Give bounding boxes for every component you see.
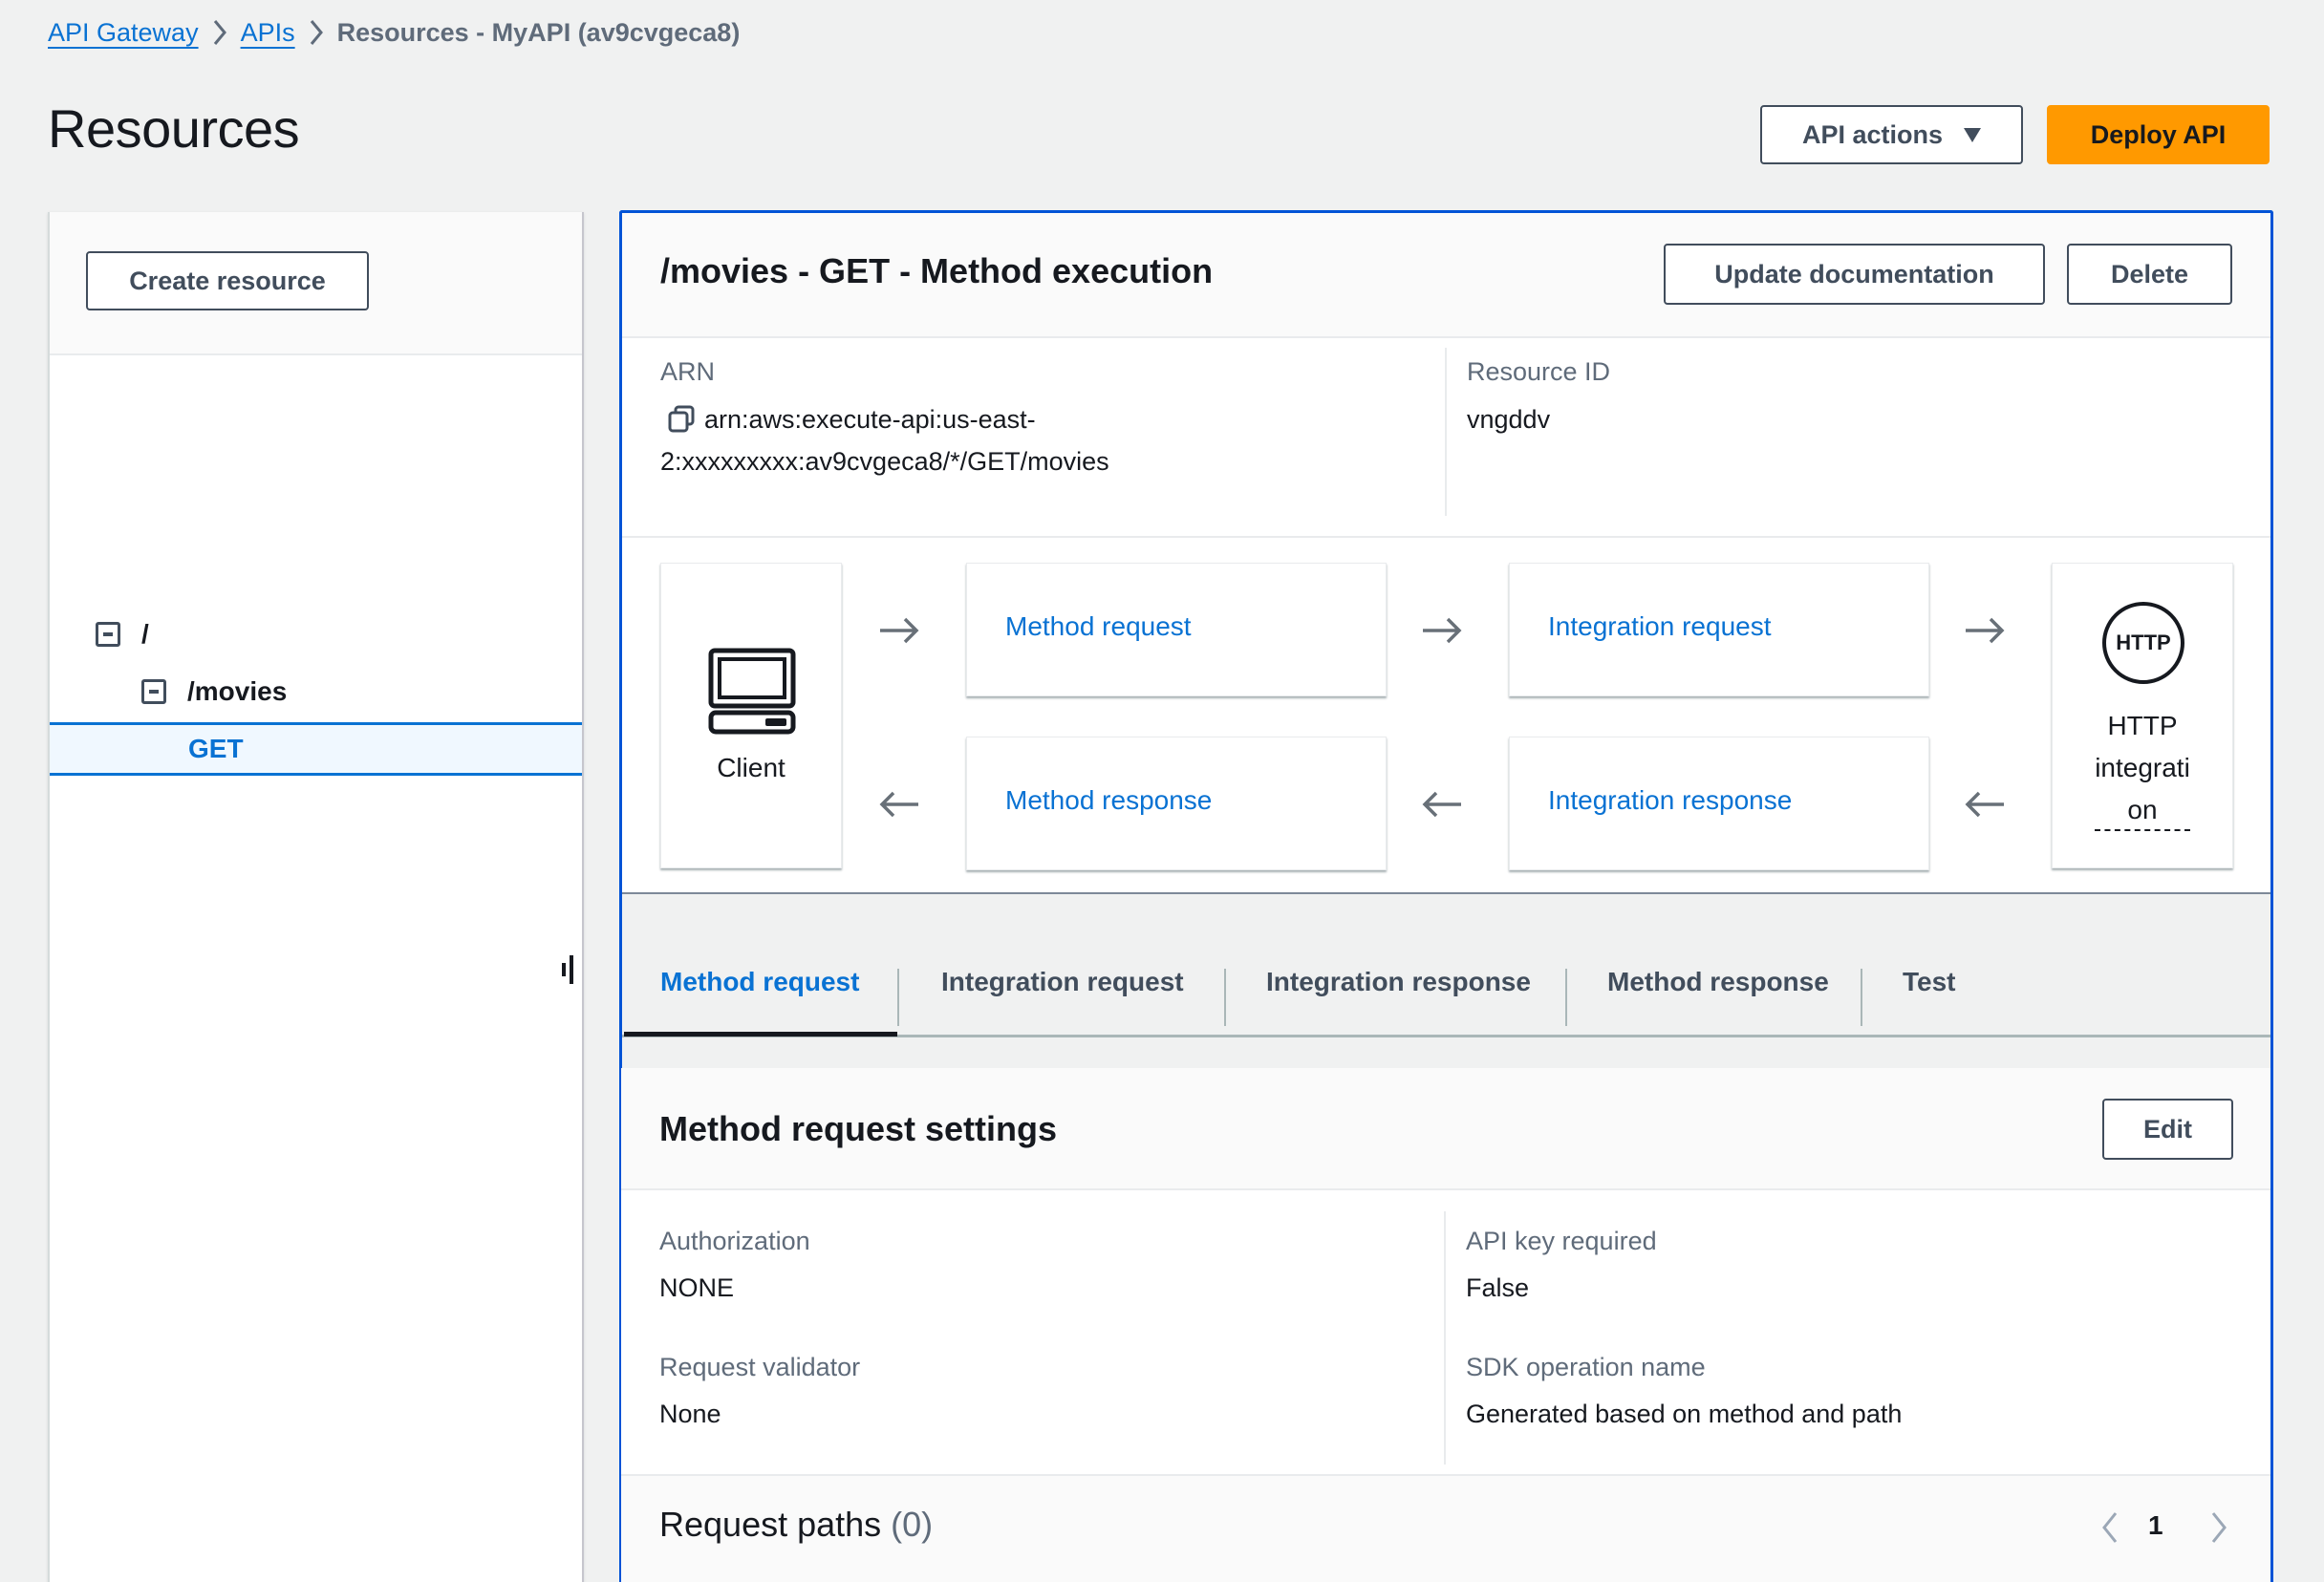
divider	[1444, 1211, 1446, 1464]
tab-method-response[interactable]: Method response	[1607, 953, 1829, 1011]
integration-response-link[interactable]: Integration response	[1548, 785, 1792, 816]
request-paths-count: (0)	[891, 1505, 934, 1544]
arn-value-row: arn:aws:execute-api:us-east-	[660, 398, 1036, 440]
sdk-operation-name-value: Generated based on method and path	[1466, 1400, 1903, 1428]
method-request-settings-card: Method request settings Edit Authorizati…	[619, 1068, 2273, 1582]
request-validator-value: None	[659, 1400, 721, 1428]
request-validator-label: Request validator	[659, 1353, 861, 1381]
method-execution-title: /movies - GET - Method execution	[660, 251, 1214, 290]
arn-value-line2: 2:xxxxxxxxx:av9cvgeca8/*/GET/movies	[660, 447, 1109, 476]
arrow-right-icon	[1964, 615, 2006, 646]
arrow-left-icon	[1421, 789, 1463, 820]
tree-node-label: /movies	[187, 676, 288, 706]
http-integration-label[interactable]: HTTP integrati on	[2053, 705, 2232, 831]
tab-separator	[1861, 969, 1862, 1026]
breadcrumb: API Gateway APIs Resources - MyAPI (av9c…	[48, 11, 740, 53]
api-actions-dropdown[interactable]: API actions	[1760, 105, 2023, 164]
request-paths-header: Request paths (0) 1	[621, 1474, 2270, 1582]
page-title: Resources	[48, 98, 300, 159]
method-execution-panel: /movies - GET - Method execution Update …	[619, 210, 2273, 1070]
tree-node-get[interactable]: GET	[50, 722, 582, 776]
breadcrumb-api-gateway[interactable]: API Gateway	[48, 18, 199, 48]
tab-separator	[897, 969, 899, 1026]
active-tab-indicator	[624, 1032, 897, 1037]
resource-id-label: Resource ID	[1467, 357, 1611, 386]
delete-button[interactable]: Delete	[2067, 244, 2232, 305]
copy-icon[interactable]	[666, 404, 697, 435]
method-execution-body: ARN arn:aws:execute-api:us-east- 2:xxxxx…	[622, 338, 2270, 894]
http-integration-line2: integrati	[2095, 753, 2190, 782]
integration-request-box[interactable]: Integration request	[1509, 563, 1929, 696]
settings-header: Method request settings Edit	[621, 1068, 2270, 1190]
authorization-value: NONE	[659, 1273, 735, 1302]
resource-tree-panel: Create resource / /movies GET	[48, 212, 584, 1582]
method-response-box[interactable]: Method response	[966, 737, 1387, 870]
divider	[622, 536, 2270, 538]
api-key-required-value: False	[1466, 1273, 1530, 1302]
http-integration-line3: on	[2095, 791, 2190, 831]
collapse-icon[interactable]	[96, 622, 120, 647]
tab-method-request[interactable]: Method request	[660, 953, 859, 1011]
chevron-right-icon	[199, 15, 241, 50]
client-label: Client	[717, 753, 785, 782]
edit-button[interactable]: Edit	[2102, 1099, 2233, 1160]
method-execution-header: /movies - GET - Method execution Update …	[622, 213, 2270, 338]
tree-node-movies[interactable]: /movies	[50, 671, 582, 713]
panel-resize-handle[interactable]	[562, 955, 575, 984]
api-key-required-label: API key required	[1466, 1227, 1657, 1255]
collapse-icon[interactable]	[141, 679, 166, 704]
tab-test[interactable]: Test	[1903, 953, 1956, 1011]
update-documentation-button[interactable]: Update documentation	[1664, 244, 2045, 305]
authorization-label: Authorization	[659, 1227, 810, 1255]
arn-value-line1: arn:aws:execute-api:us-east-	[704, 405, 1036, 434]
resource-id-value: vngddv	[1467, 405, 1551, 434]
tab-separator	[1565, 969, 1567, 1026]
http-badge-icon: HTTP	[2102, 602, 2184, 684]
http-integration-box[interactable]: HTTP HTTP integrati on	[2052, 563, 2233, 868]
pagination-prev-icon[interactable]	[2098, 1510, 2121, 1545]
tab-integration-request[interactable]: Integration request	[941, 953, 1184, 1011]
tree-node-label: /	[141, 619, 149, 649]
arn-label: ARN	[660, 357, 716, 386]
computer-icon	[708, 648, 796, 740]
method-request-box[interactable]: Method request	[966, 563, 1387, 696]
method-request-link[interactable]: Method request	[1005, 611, 1192, 642]
arrow-right-icon	[1421, 615, 1463, 646]
chevron-right-icon	[295, 15, 337, 50]
method-response-link[interactable]: Method response	[1005, 785, 1212, 816]
client-box: Client	[660, 563, 842, 868]
tab-integration-response[interactable]: Integration response	[1266, 953, 1531, 1011]
pagination-next-icon[interactable]	[2207, 1510, 2230, 1545]
tab-separator	[1224, 969, 1226, 1026]
tree-node-label: GET	[188, 734, 244, 763]
integration-request-link[interactable]: Integration request	[1548, 611, 1772, 642]
create-resource-button[interactable]: Create resource	[86, 251, 369, 310]
resource-tree-header: Create resource	[50, 212, 582, 355]
pagination-current-page[interactable]: 1	[2148, 1510, 2163, 1541]
integration-response-box[interactable]: Integration response	[1509, 737, 1929, 870]
sdk-operation-name-label: SDK operation name	[1466, 1353, 1706, 1381]
http-integration-line1: HTTP	[2107, 711, 2178, 740]
tree-node-root[interactable]: /	[50, 613, 582, 655]
divider	[1445, 348, 1447, 516]
arrow-left-icon	[1964, 789, 2006, 820]
method-tabs: Method request Integration request Integ…	[622, 894, 2270, 1037]
breadcrumb-current: Resources - MyAPI (av9cvgeca8)	[336, 17, 741, 47]
request-paths-title: Request paths (0)	[659, 1505, 933, 1545]
caret-down-icon	[1964, 127, 1982, 142]
settings-title: Method request settings	[659, 1109, 1058, 1148]
breadcrumb-apis[interactable]: APIs	[241, 18, 295, 48]
request-paths-title-text: Request paths	[659, 1505, 882, 1544]
api-actions-label: API actions	[1801, 119, 1944, 149]
deploy-api-button[interactable]: Deploy API	[2047, 105, 2270, 164]
arrow-right-icon	[878, 615, 920, 646]
arrow-left-icon	[878, 789, 920, 820]
